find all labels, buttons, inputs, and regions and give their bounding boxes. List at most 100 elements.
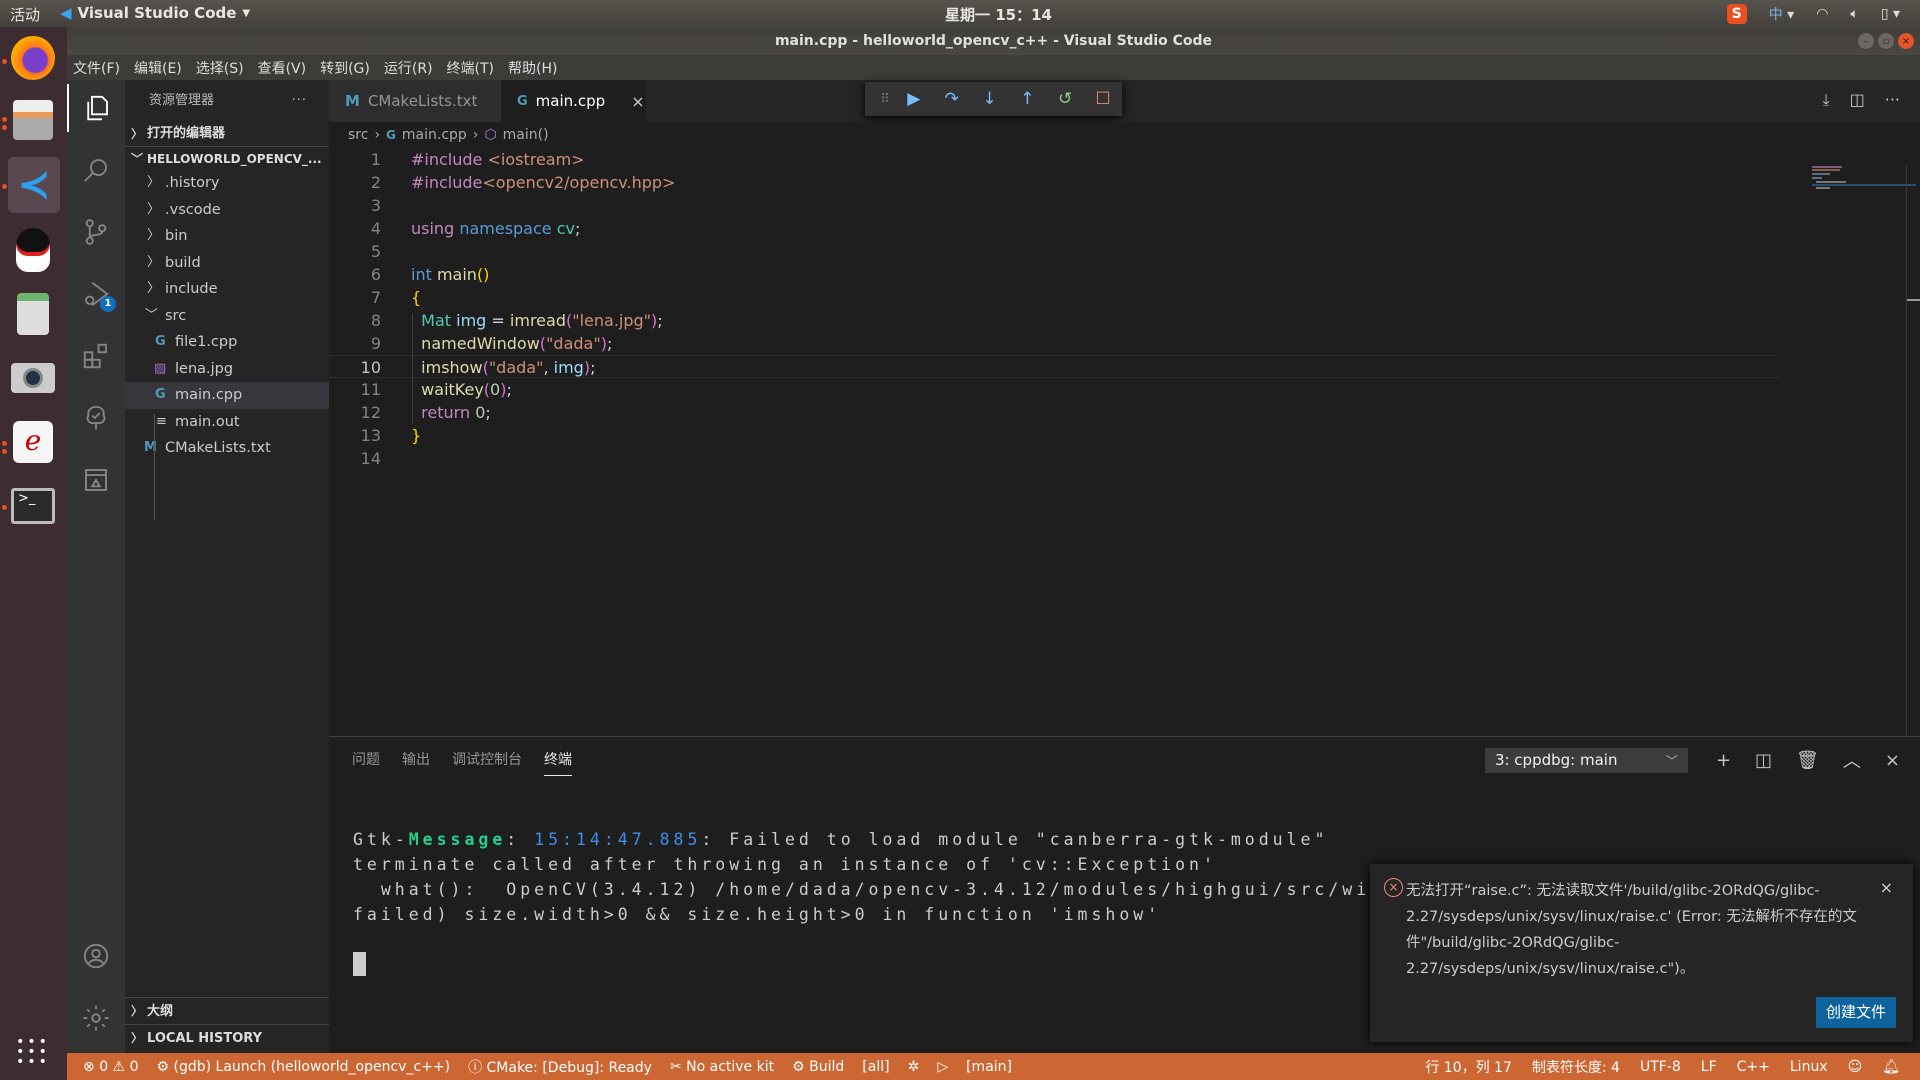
code-editor[interactable]: 1 #include <iostream> 2 #include<opencv2/op…	[329, 148, 1920, 736]
tree-item-file1-cpp[interactable]: Gfile1.cpp	[125, 329, 329, 356]
code-line[interactable]: 5	[329, 240, 1779, 263]
dock-firefox[interactable]	[8, 33, 58, 83]
tree-item-main-cpp[interactable]: Gmain.cpp	[125, 382, 329, 409]
restart-button[interactable]: ↺	[1046, 89, 1084, 109]
menu-selection[interactable]: 选择(S)	[196, 58, 244, 78]
minimap[interactable]	[1780, 148, 1920, 736]
launch-target[interactable]: [main]	[966, 1059, 1012, 1075]
tree-item-history[interactable]: 〉 .history	[125, 170, 329, 197]
outline-section[interactable]: 〉大纲	[125, 997, 329, 1024]
code-line[interactable]: 6 int main()	[329, 263, 1779, 286]
build-target[interactable]: [all]	[862, 1059, 889, 1075]
dock-camera[interactable]	[8, 353, 58, 403]
kit-status[interactable]: ✂ No active kit	[670, 1059, 774, 1075]
language-mode[interactable]: C++	[1737, 1059, 1770, 1075]
code-line[interactable]: 8 Mat img = imread("lena.jpg");	[329, 309, 1779, 332]
code-line[interactable]: 7{	[329, 286, 1779, 309]
menu-help[interactable]: 帮助(H)	[508, 58, 557, 78]
tree-item-cmakelists[interactable]: M CMakeLists.txt	[125, 435, 329, 462]
code-line[interactable]: 3	[329, 194, 1779, 217]
activity-explorer[interactable]	[67, 84, 125, 132]
app-menu[interactable]: ◀ Visual Studio Code ▼	[60, 4, 250, 22]
more-actions-icon[interactable]: ···	[292, 80, 307, 122]
tree-item-main-out[interactable]: ≡ main.out	[125, 409, 329, 436]
maximize-panel-button[interactable]: ︿	[1843, 747, 1861, 773]
encoding[interactable]: UTF-8	[1640, 1059, 1681, 1075]
terminal-output[interactable]: Gtk-Message: 15:14:47.885: Failed to loa…	[353, 827, 1370, 927]
activity-accounts[interactable]	[67, 932, 125, 980]
code-line[interactable]: 12 return 0;	[329, 401, 1779, 424]
cmake-status[interactable]: ⓘ CMake: [Debug]: Ready	[468, 1057, 652, 1077]
wifi-icon[interactable]: ◠	[1816, 6, 1828, 22]
menu-run[interactable]: 运行(R)	[384, 58, 433, 78]
tab-terminal[interactable]: 终端	[544, 749, 572, 776]
sogou-ime-icon[interactable]: S	[1726, 3, 1747, 24]
tab-cmakelists[interactable]: M CMakeLists.txt	[329, 80, 501, 122]
maximize-button[interactable]: ▫	[1878, 33, 1894, 49]
tree-item-src[interactable]: ﹀ src	[125, 303, 329, 330]
feedback-icon[interactable]: ☺	[1848, 1059, 1863, 1075]
activity-manage[interactable]	[67, 994, 125, 1042]
step-into-button[interactable]: ↓	[971, 89, 1009, 109]
step-over-button[interactable]: ↷	[933, 89, 971, 109]
code-line[interactable]: 9 namedWindow("dada");	[329, 332, 1779, 355]
local-history-section[interactable]: 〉 LOCAL HISTORY	[125, 1024, 329, 1051]
activity-remote[interactable]	[67, 456, 125, 504]
dock-document-viewer[interactable]: ℯ	[8, 417, 58, 467]
create-file-button[interactable]: 创建文件	[1816, 997, 1896, 1028]
code-line[interactable]: 2 #include<opencv2/opencv.hpp>	[329, 171, 1779, 194]
activity-search[interactable]	[67, 146, 125, 194]
kill-terminal-button[interactable]: 🗑︎	[1796, 750, 1819, 771]
dock-calculator[interactable]	[8, 289, 58, 339]
code-line[interactable]: 10 imshow("dada", img);	[329, 355, 1779, 378]
dock-qq[interactable]	[8, 225, 58, 275]
build-button[interactable]: ⚙ Build	[792, 1059, 844, 1075]
platform[interactable]: Linux	[1790, 1059, 1828, 1075]
save-download-icon[interactable]: ⤓	[1823, 90, 1830, 110]
tab-main-cpp[interactable]: G main.cpp ×	[501, 80, 646, 122]
tab-output[interactable]: 输出	[402, 749, 430, 776]
tab-size[interactable]: 制表符长度: 4	[1532, 1057, 1620, 1077]
close-tab-icon[interactable]: ×	[631, 92, 644, 111]
volume-icon[interactable]: 🔈︎	[1850, 6, 1858, 22]
dock-vscode[interactable]: ≺	[8, 157, 60, 213]
activity-extensions[interactable]	[67, 332, 125, 380]
split-terminal-button[interactable]: ◫	[1755, 750, 1772, 771]
breadcrumb-file[interactable]: main.cpp	[402, 127, 467, 143]
menu-go[interactable]: 转到(G)	[320, 58, 370, 78]
tab-debug-console[interactable]: 调试控制台	[452, 749, 522, 776]
menu-file[interactable]: 文件(F)	[73, 58, 120, 78]
tree-item-bin[interactable]: 〉 bin	[125, 223, 329, 250]
code-line[interactable]: 14	[329, 447, 1779, 470]
debug-bug-icon[interactable]: ✲	[908, 1059, 920, 1075]
close-panel-button[interactable]: ×	[1885, 750, 1900, 771]
new-terminal-button[interactable]: +	[1716, 750, 1731, 771]
project-section[interactable]: ﹀ HELLOWORLD_OPENCV_...	[125, 146, 329, 170]
tree-item-include[interactable]: 〉 include	[125, 276, 329, 303]
more-actions-icon[interactable]: ···	[1885, 90, 1900, 110]
activity-run-debug[interactable]: 1	[67, 270, 125, 318]
tree-item-vscode[interactable]: 〉 .vscode	[125, 197, 329, 224]
code-line[interactable]: 13}	[329, 424, 1779, 447]
breadcrumb-src[interactable]: src	[348, 127, 368, 143]
menu-edit[interactable]: 编辑(E)	[134, 58, 182, 78]
stop-button[interactable]: ☐	[1084, 89, 1122, 109]
breadcrumb-symbol[interactable]: main()	[503, 127, 549, 143]
notifications-bell-icon[interactable]: 🔔︎	[1882, 1059, 1900, 1075]
debug-launch-status[interactable]: ⚙︎ (gdb) Launch (helloworld_opencv_c++)	[156, 1059, 450, 1075]
menu-view[interactable]: 查看(V)	[258, 58, 307, 78]
terminal-select[interactable]: 3: cppdbg: main ﹀	[1484, 747, 1688, 773]
clock[interactable]: 星期一 15：14	[945, 4, 1052, 25]
problems-status[interactable]: ⊗ 0 ⚠ 0	[83, 1059, 138, 1075]
close-notification-button[interactable]: ×	[1880, 878, 1893, 897]
close-window-button[interactable]: ×	[1898, 33, 1914, 49]
drag-handle-icon[interactable]: ⠿	[875, 92, 895, 107]
activities-button[interactable]: 活动	[10, 4, 40, 25]
tab-problems[interactable]: 问题	[352, 749, 380, 776]
line-ending[interactable]: LF	[1701, 1059, 1717, 1075]
ime-indicator[interactable]: 中 ▾	[1769, 4, 1794, 24]
activity-source-control[interactable]	[67, 208, 125, 256]
dock-terminal[interactable]: >_	[8, 481, 58, 531]
continue-button[interactable]: ▶	[895, 89, 933, 109]
code-line[interactable]: 4 using namespace cv;	[329, 217, 1779, 240]
